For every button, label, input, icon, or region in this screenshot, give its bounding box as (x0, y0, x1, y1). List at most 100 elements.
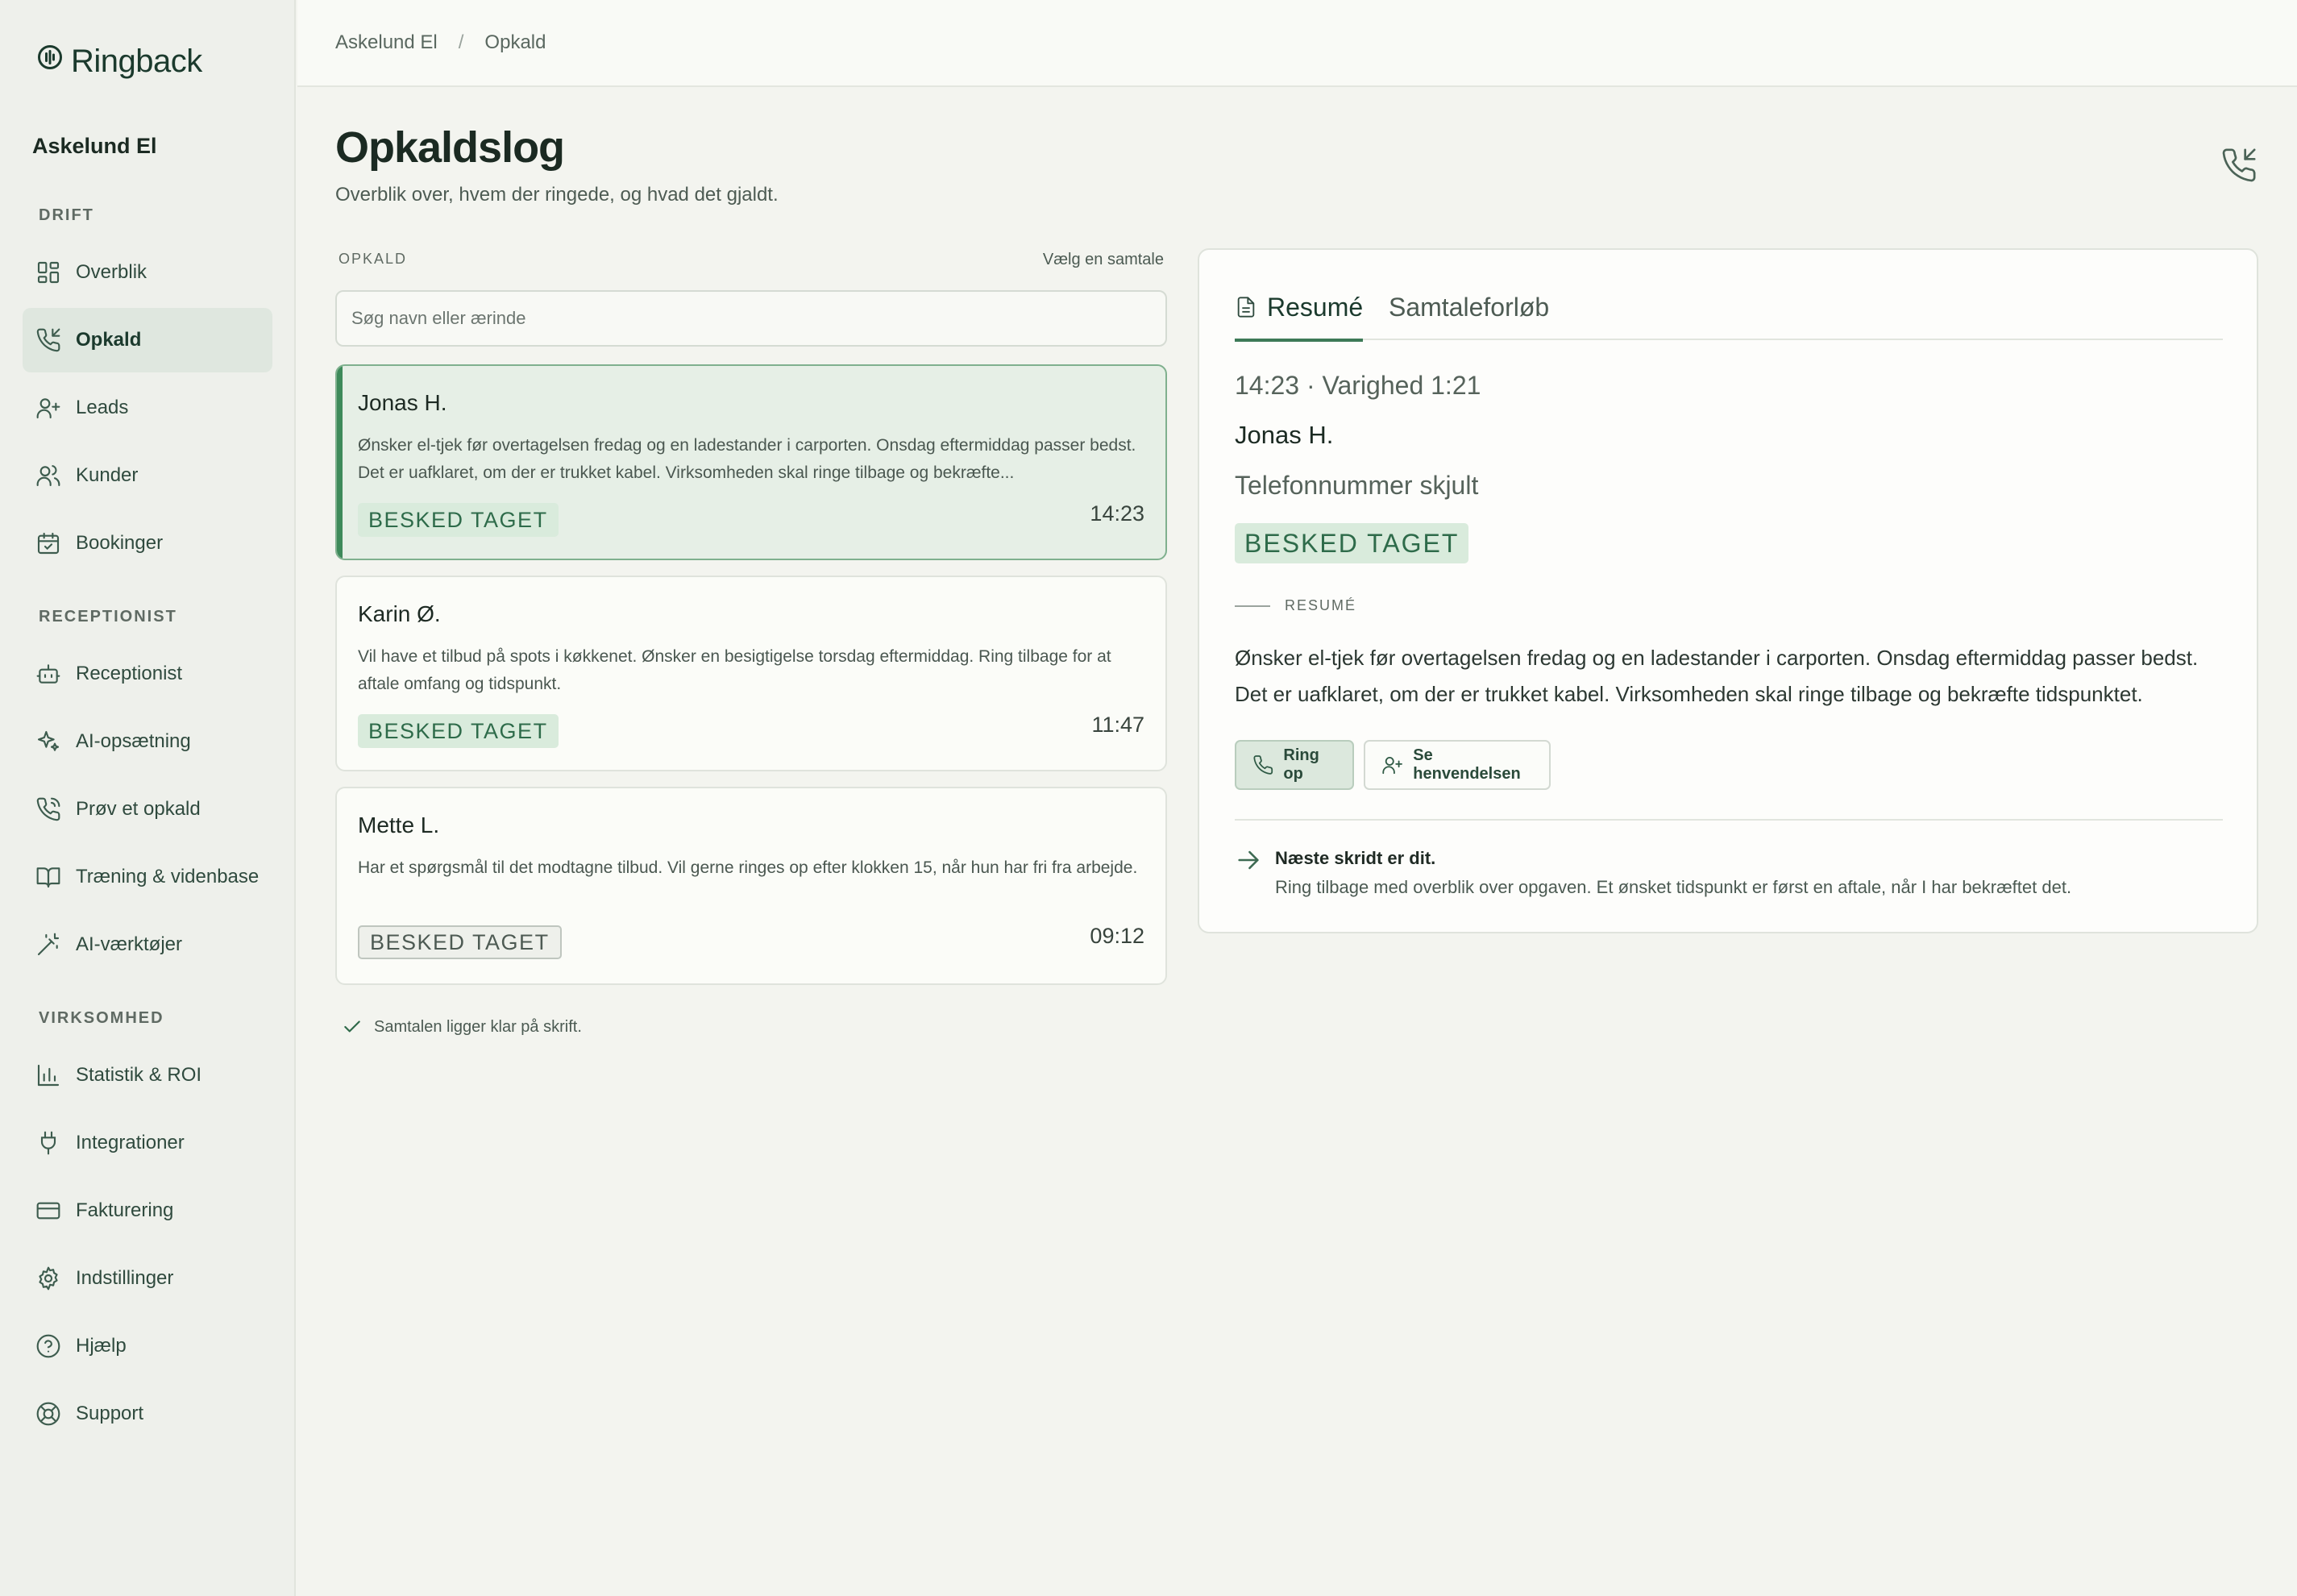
org-name: Askelund El (32, 134, 157, 158)
section-divider (1235, 605, 1270, 607)
status-badge: BESKED TAGET (1235, 523, 1469, 563)
sidebar-item-kunder[interactable]: Kunder (23, 443, 272, 508)
sidebar-item-label: Fakturering (76, 1199, 174, 1221)
breadcrumb-current: Opkald (484, 31, 546, 53)
sidebar-item-label: AI-opsætning (76, 730, 191, 752)
status-badge: BESKED TAGET (358, 925, 562, 959)
sidebar-item-fakturering[interactable]: Fakturering (23, 1178, 272, 1243)
next-step-title: Næste skridt er dit. (1275, 848, 1436, 868)
sidebar-item-label: Indstillinger (76, 1267, 174, 1289)
sidebar-item-bookinger[interactable]: Bookinger (23, 511, 272, 576)
tab-label: Samtaleforløb (1389, 292, 1550, 322)
user-plus-icon (36, 398, 60, 419)
sidebar-item-label: Integrationer (76, 1132, 185, 1153)
call-caller-name: Karin Ø. (358, 601, 441, 626)
call-time: 09:12 (1090, 924, 1144, 948)
panel-divider (1235, 819, 2223, 821)
sidebar-item-label: Træning & videnbase (76, 866, 260, 887)
next-step-text: Ring tilbage med overblik over opgaven. … (1275, 877, 2072, 897)
plug-icon (40, 1131, 56, 1155)
bot-icon (36, 664, 60, 684)
life-buoy-icon (36, 1402, 60, 1426)
grid-icon (37, 261, 60, 284)
button-label: Se henvendelsen (1413, 746, 1521, 783)
phone-call-icon (36, 797, 60, 821)
app-name: Ringback (71, 44, 202, 79)
caller-phone: Telefonnummer skjult (1235, 471, 1479, 500)
calls-list-hint: Vælg en samtale (1042, 251, 1164, 268)
call-detail-panel: Resumé Samtaleforløb 14:23 · Varighed 1:… (1198, 248, 2258, 933)
sidebar-item-label: Support (76, 1403, 144, 1424)
tab-label: Resumé (1267, 292, 1364, 322)
call-meta: 14:23 · Varighed 1:21 (1235, 371, 1481, 400)
phone-incoming-icon (36, 328, 60, 352)
sidebar-item-label: Hjælp (76, 1335, 127, 1357)
sparkles-icon (37, 730, 60, 751)
section-label-drift: DRIFT (39, 206, 94, 224)
call-time: 11:47 (1091, 713, 1144, 737)
search-input[interactable] (335, 290, 1167, 347)
sidebar-item-traening-videnbase[interactable]: Træning & videnbase (23, 845, 272, 909)
credit-card-icon (36, 1202, 60, 1220)
arrow-right-icon (1238, 850, 1259, 870)
sidebar-item-overblik[interactable]: Overblik (23, 240, 272, 305)
caller-name: Jonas H. (1235, 421, 1334, 449)
call-back-button[interactable]: Ring op (1235, 740, 1354, 790)
detail-tabs: Resumé Samtaleforløb (1235, 274, 2223, 342)
sidebar-item-leads[interactable]: Leads (23, 376, 272, 440)
gear-icon (39, 1266, 58, 1291)
section-label-receptionist: RECEPTIONIST (39, 608, 177, 626)
top-bar: Askelund El / Opkald (297, 0, 2297, 87)
sidebar-item-ai-opsaetning[interactable]: AI-opsætning (23, 709, 272, 774)
users-icon (36, 465, 60, 487)
check-icon (344, 1020, 360, 1033)
call-snippet: Har et spørgsmål til det modtagne tilbud… (358, 858, 1138, 877)
view-inquiry-button[interactable]: Se henvendelsen (1364, 740, 1551, 790)
sidebar-item-label: AI-værktøjer (76, 933, 182, 955)
ready-note-text: Samtalen ligger klar på skrift. (374, 1017, 582, 1036)
sidebar-item-support[interactable]: Support (23, 1382, 272, 1446)
breadcrumb-org[interactable]: Askelund El (335, 31, 438, 54)
bar-chart-icon (37, 1064, 60, 1087)
sidebar-item-label: Prøv et opkald (76, 798, 201, 820)
sidebar-item-statistik-roi[interactable]: Statistik & ROI (23, 1043, 272, 1108)
sidebar-item-proev-et-opkald[interactable]: Prøv et opkald (23, 777, 272, 842)
ringback-logo-icon (38, 44, 62, 69)
call-card-karin[interactable]: Karin Ø. Vil have et tilbud på spots i k… (335, 576, 1167, 771)
call-card-jonas[interactable]: Jonas H. Ønsker el-tjek før overtagelsen… (335, 364, 1167, 560)
app-logo[interactable]: Ringback (35, 44, 202, 80)
page-subtitle: Overblik over, hvem der ringede, og hvad… (335, 184, 779, 206)
call-caller-name: Jonas H. (358, 390, 447, 415)
button-label: Ring op (1283, 746, 1319, 783)
phone-incoming-icon (2222, 148, 2256, 182)
status-badge: BESKED TAGET (358, 714, 559, 748)
sidebar-item-label: Overblik (76, 261, 147, 283)
user-plus-icon (1382, 756, 1402, 775)
sidebar-item-label: Receptionist (76, 663, 183, 684)
status-badge: BESKED TAGET (358, 503, 559, 537)
tab-resume[interactable]: Resumé (1235, 274, 1364, 342)
sidebar-item-label: Statistik & ROI (76, 1064, 202, 1086)
sidebar-item-integrationer[interactable]: Integrationer (23, 1111, 272, 1175)
summary-section-label: RESUMÉ (1285, 597, 1357, 613)
file-text-icon (1237, 297, 1255, 318)
page-title: Opkaldslog (335, 123, 565, 172)
calendar-check-icon (37, 532, 60, 555)
sidebar: Ringback Askelund El DRIFT Overblik Opka… (0, 0, 296, 1596)
tab-samtaleforloeb[interactable]: Samtaleforløb (1389, 274, 1549, 340)
sidebar-item-label: Bookinger (76, 532, 164, 554)
call-card-mette[interactable]: Mette L. Har et spørgsmål til det modtag… (335, 787, 1167, 985)
sidebar-item-label: Leads (76, 397, 129, 418)
sidebar-item-ai-vaerktoejer[interactable]: AI-værktøjer (23, 912, 272, 977)
book-icon (36, 867, 60, 888)
phone-icon (1253, 755, 1273, 775)
sidebar-item-receptionist[interactable]: Receptionist (23, 642, 272, 706)
sidebar-item-label: Kunder (76, 464, 139, 486)
breadcrumb-separator: / (458, 31, 464, 53)
sidebar-item-opkald[interactable]: Opkald (23, 308, 272, 372)
call-caller-name: Mette L. (358, 813, 440, 837)
sidebar-item-hjaelp[interactable]: Hjælp (23, 1314, 272, 1378)
help-circle-icon (36, 1334, 60, 1358)
transcript-ready-note: Samtalen ligger klar på skrift. (342, 1016, 582, 1037)
sidebar-item-indstillinger[interactable]: Indstillinger (23, 1246, 272, 1311)
